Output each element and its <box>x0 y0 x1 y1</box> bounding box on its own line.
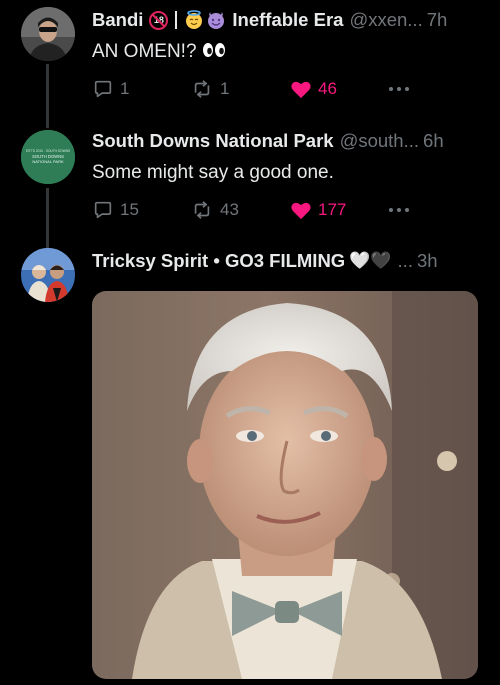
avatar[interactable] <box>21 7 75 61</box>
tweet-2[interactable]: EST'D 2010 - SOUTH DOWNS SOUTH DOWNS NAT… <box>0 64 500 248</box>
avatar[interactable]: EST'D 2010 - SOUTH DOWNS SOUTH DOWNS NAT… <box>21 130 75 184</box>
retweet-count: 43 <box>220 200 239 219</box>
tweet-media-image[interactable] <box>92 291 478 679</box>
reply-count: 1 <box>120 79 130 98</box>
display-name-suffix: Ineffable Era <box>232 9 344 30</box>
handle[interactable]: ... <box>398 248 413 274</box>
tweet-3[interactable]: Tricksy Spirit • GO3 FILMING 🤍🖤 ... 3h <box>0 240 500 685</box>
retweet-icon <box>194 80 210 98</box>
reply-count: 15 <box>120 200 139 219</box>
no-under-18-icon: 18 <box>149 10 169 30</box>
timestamp[interactable]: 3h <box>417 248 438 274</box>
like-button[interactable]: 177 <box>290 198 346 222</box>
heart-filled-icon <box>291 202 311 220</box>
eyes-icon <box>202 43 225 57</box>
tweet-text: Some might say a good one. <box>92 162 334 183</box>
more-button[interactable] <box>388 77 416 101</box>
avatar-text: NATIONAL PARK <box>32 159 64 164</box>
handle[interactable]: @xxen... <box>349 7 422 33</box>
timestamp[interactable]: 6h <box>423 128 444 154</box>
reply-icon <box>94 80 112 98</box>
thread-line <box>46 64 49 126</box>
avatar-text: EST'D 2010 - SOUTH DOWNS <box>26 149 70 153</box>
handle[interactable]: @south... <box>340 128 419 154</box>
avatar[interactable] <box>21 248 75 302</box>
portrait-photo <box>92 291 478 679</box>
display-name[interactable]: South Downs National Park <box>92 128 334 154</box>
tweet-actions: 15 43 177 <box>92 198 412 222</box>
like-count: 46 <box>318 79 337 98</box>
tweet-text: AN OMEN!? <box>92 39 226 65</box>
devil-face-icon <box>208 12 225 29</box>
halo-face-icon <box>186 10 203 29</box>
like-button[interactable]: 46 <box>290 77 337 101</box>
retweet-button[interactable]: 1 <box>190 77 229 101</box>
divider-bar <box>175 11 178 29</box>
like-count: 177 <box>318 200 347 219</box>
tweet-actions: 1 1 46 <box>92 77 412 101</box>
retweet-count: 1 <box>220 79 230 98</box>
display-name[interactable]: Bandi <box>92 7 143 33</box>
white-heart-black-heart-icon: 🤍🖤 <box>349 251 392 270</box>
tweet-header: South Downs National Park @south... 6h <box>92 128 480 154</box>
retweet-icon <box>194 201 210 219</box>
heart-filled-icon <box>291 81 311 99</box>
more-icon <box>389 87 409 91</box>
tweet-text-content: AN OMEN!? <box>92 41 202 62</box>
more-button[interactable] <box>388 198 416 222</box>
tweet-header: Bandi 18 Ineffable Era @xxen... 7h <box>92 7 480 33</box>
tweet-header: Tricksy Spirit • GO3 FILMING 🤍🖤 ... 3h <box>92 248 480 274</box>
display-name[interactable]: Tricksy Spirit • GO3 FILMING <box>92 248 345 274</box>
reply-icon <box>94 201 112 219</box>
thread-line <box>46 188 49 248</box>
retweet-button[interactable]: 43 <box>190 198 239 222</box>
tweet-1[interactable]: Bandi 18 Ineffable Era @xxen... 7h A <box>0 0 500 128</box>
more-icon <box>389 208 409 212</box>
timestamp[interactable]: 7h <box>427 7 448 33</box>
reply-button[interactable]: 15 <box>92 198 139 222</box>
reply-button[interactable]: 1 <box>92 77 129 101</box>
